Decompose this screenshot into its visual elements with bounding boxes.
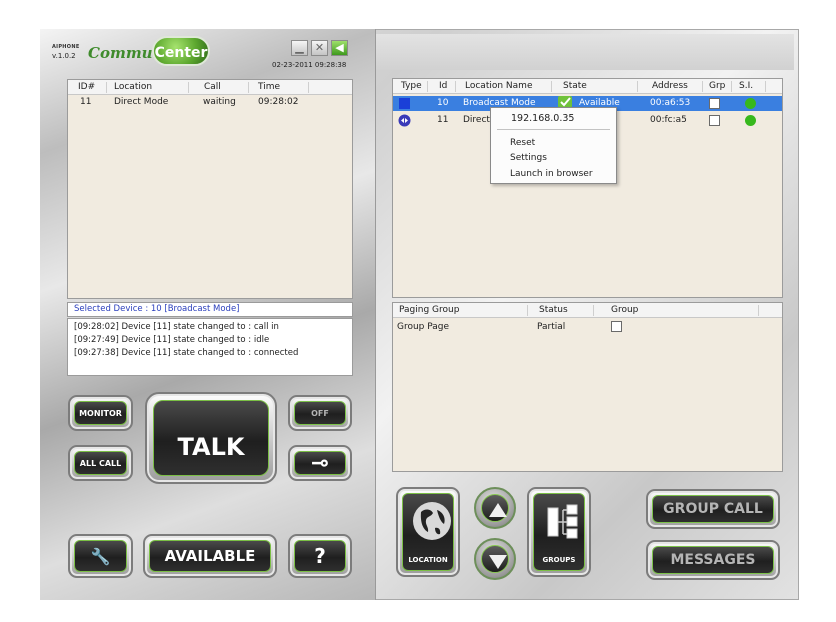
col-call[interactable]: Call [204, 80, 221, 95]
all-call-button[interactable]: ALL CALL [68, 445, 133, 481]
off-label: OFF [294, 401, 346, 425]
available-button[interactable]: AVAILABLE [143, 534, 277, 578]
col-grp[interactable]: Grp [709, 79, 725, 94]
scroll-up-core [481, 494, 509, 522]
row-status: Partial [537, 322, 566, 332]
wrench-icon: 🔧 [74, 540, 127, 572]
collapse-arrow-button[interactable]: ◀ [331, 40, 348, 56]
row-paging-group: Group Page [397, 322, 450, 332]
help-button[interactable]: ? [288, 534, 352, 578]
log-line: [09:28:02] Device [11] state changed to … [74, 322, 279, 332]
table-row[interactable]: 11 Direct Mode waiting 09:28:02 [68, 96, 352, 108]
minimize-button[interactable]: ▁ [291, 40, 308, 56]
logo-badge: Center [152, 36, 210, 66]
col-paging-group[interactable]: Paging Group [399, 303, 459, 318]
row-address: 00:a6:53 [650, 98, 691, 108]
available-label: AVAILABLE [149, 540, 271, 572]
log-line: [09:27:49] Device [11] state changed to … [74, 335, 270, 345]
close-button[interactable]: ✕ [311, 40, 328, 56]
globe-icon [413, 502, 451, 540]
version-label: v.1.0.2 [52, 52, 76, 60]
grp-checkbox[interactable] [709, 115, 720, 126]
monitor-label: MONITOR [74, 401, 127, 425]
scroll-up-button[interactable] [474, 487, 516, 529]
groups-label: GROUPS [542, 556, 576, 564]
table-row[interactable]: Group Page Partial [393, 320, 782, 334]
col-address[interactable]: Address [652, 79, 688, 94]
aiphone-brand: AIPHONE [52, 44, 80, 50]
status-indicator [745, 98, 756, 109]
messages-button[interactable]: MESSAGES [646, 540, 780, 580]
row-location: Direct Mode [114, 97, 169, 107]
menu-ip-address: 192.168.0.35 [511, 113, 575, 124]
grp-checkbox[interactable] [709, 98, 720, 109]
row-id: 10 [437, 98, 449, 108]
call-table: ID# Location Call Time 11 Direct Mode wa… [67, 79, 353, 299]
row-call: waiting [203, 97, 236, 107]
location-button-face: LOCATION [402, 493, 454, 571]
event-log: [09:28:02] Device [11] state changed to … [67, 318, 353, 376]
col-location-name[interactable]: Location Name [465, 79, 532, 94]
location-button[interactable]: LOCATION [396, 487, 460, 577]
talk-label: TALK [153, 400, 269, 476]
device-type-icon [398, 114, 411, 127]
col-state[interactable]: State [563, 79, 587, 94]
location-label: LOCATION [408, 556, 448, 564]
monitor-button[interactable]: MONITOR [68, 395, 133, 431]
call-table-header: ID# Location Call Time [68, 80, 352, 95]
row-location-name: Direct [463, 115, 490, 125]
group-call-button[interactable]: GROUP CALL [646, 489, 780, 529]
col-si[interactable]: S.I. [739, 79, 753, 94]
door-release-button[interactable]: ⊸ [288, 445, 352, 481]
menu-item-reset[interactable]: Reset [510, 137, 535, 149]
menu-item-launch-browser[interactable]: Launch in browser [510, 168, 593, 180]
row-address: 00:fc:a5 [650, 115, 687, 125]
settings-button[interactable]: 🔧 [68, 534, 133, 578]
help-label: ? [294, 540, 346, 572]
paging-table-header: Paging Group Status Group [393, 303, 782, 318]
scroll-down-button[interactable] [474, 538, 516, 580]
col-id[interactable]: ID# [78, 80, 95, 95]
header-datetime: 02-23-2011 09:28:38 [272, 61, 347, 69]
col-type[interactable]: Type [401, 79, 422, 94]
up-arrow-icon [489, 503, 507, 517]
groups-button-face: GROUPS [533, 493, 585, 571]
groups-button[interactable]: GROUPS [527, 487, 591, 577]
paging-group-table: Paging Group Status Group Group Page Par… [392, 302, 783, 472]
context-menu: 192.168.0.35 Reset Settings Launch in br… [490, 107, 617, 184]
col-group[interactable]: Group [611, 303, 638, 318]
group-checkbox[interactable] [611, 321, 622, 332]
right-header-strip [376, 34, 794, 70]
menu-item-settings[interactable]: Settings [510, 152, 547, 164]
talk-button[interactable]: TALK [145, 392, 277, 484]
col-id[interactable]: Id [439, 79, 447, 94]
log-line: [09:27:38] Device [11] state changed to … [74, 348, 299, 358]
down-arrow-icon [489, 555, 507, 569]
groups-hierarchy-icon [547, 504, 578, 539]
messages-label: MESSAGES [652, 546, 774, 574]
device-table-header: Type Id Location Name State Address Grp … [393, 79, 782, 94]
status-indicator [745, 115, 756, 126]
row-id: 11 [80, 97, 92, 107]
type-indicator [399, 98, 410, 109]
col-time[interactable]: Time [258, 80, 280, 95]
selected-device-label: Selected Device : 10 [Broadcast Mode] [67, 302, 353, 317]
col-status[interactable]: Status [539, 303, 568, 318]
all-call-label: ALL CALL [74, 451, 127, 475]
row-id: 11 [437, 115, 449, 125]
group-call-label: GROUP CALL [652, 495, 774, 523]
col-location[interactable]: Location [114, 80, 152, 95]
off-button[interactable]: OFF [288, 395, 352, 431]
scroll-down-core [481, 545, 509, 573]
row-time: 09:28:02 [258, 97, 299, 107]
key-icon: ⊸ [294, 451, 346, 476]
